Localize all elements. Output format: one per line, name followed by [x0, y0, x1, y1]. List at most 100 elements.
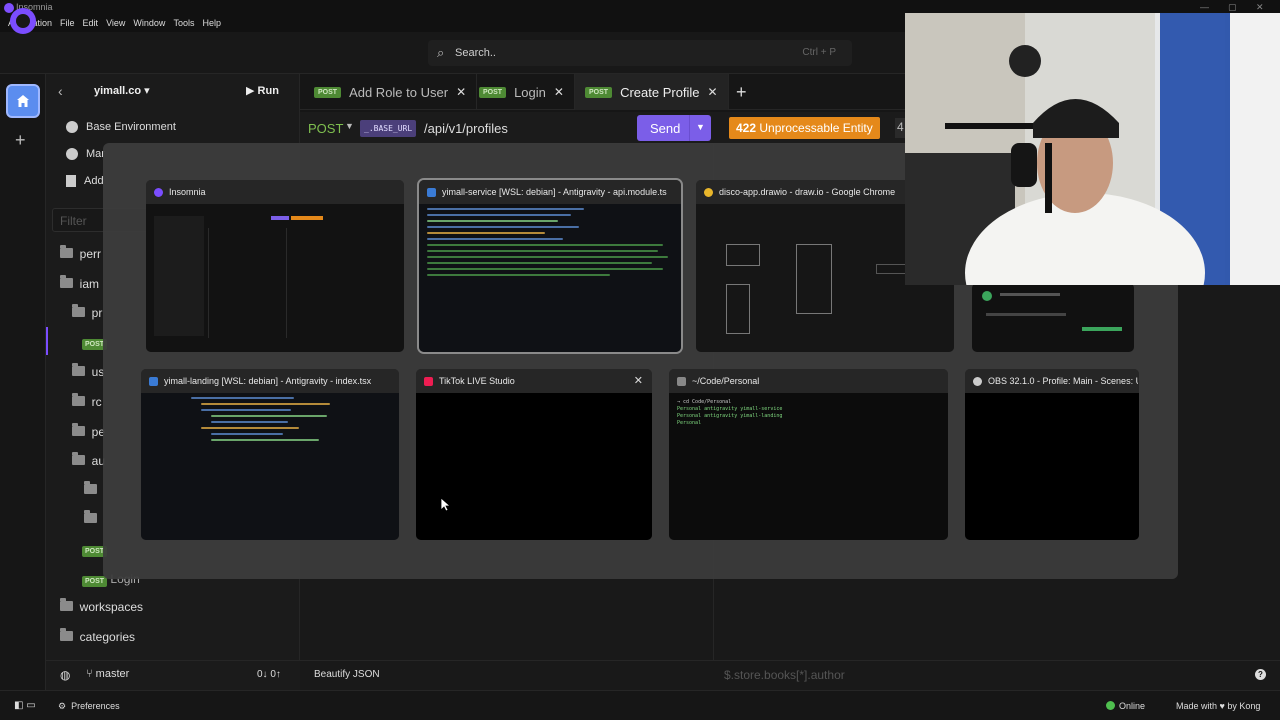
menu-tools[interactable]: Tools: [169, 16, 198, 32]
folder-icon: [72, 393, 85, 406]
status-bar: [0, 690, 1280, 720]
sidebar-item-base-environment[interactable]: Base Environment: [66, 121, 176, 133]
tree-folder[interactable]: [84, 481, 97, 497]
new-tab-icon[interactable]: +: [736, 82, 747, 103]
folder-icon: [60, 245, 73, 258]
terminal-line: → cd Code/Personal: [677, 399, 732, 405]
menu-view[interactable]: View: [102, 16, 129, 32]
tab-create-profile[interactable]: POST Create Profile ✕: [575, 74, 729, 110]
folder-icon: [84, 510, 97, 523]
tab-login[interactable]: POST Login ✕: [469, 74, 575, 110]
beautify-json-button[interactable]: Beautify JSON: [314, 669, 380, 680]
folder-icon: [72, 363, 85, 376]
folder-icon: [60, 628, 73, 641]
close-icon[interactable]: ✕: [456, 85, 466, 99]
left-rail: [0, 74, 46, 690]
tree-folder-workspaces[interactable]: workspaces: [60, 598, 143, 614]
menu-file[interactable]: File: [56, 16, 79, 32]
folder-icon: [72, 423, 85, 436]
minimize-icon[interactable]: —: [1200, 2, 1209, 12]
close-icon[interactable]: ✕: [634, 374, 643, 387]
switcher-window-discord[interactable]: [972, 283, 1134, 352]
tree-folder[interactable]: perr: [60, 245, 101, 261]
search-box[interactable]: ⌕ Search.. Ctrl + P: [428, 40, 852, 66]
chrome-app-icon: [704, 187, 713, 197]
back-chevron-icon[interactable]: ‹: [58, 83, 63, 99]
tree-folder[interactable]: us: [72, 363, 104, 379]
terminal-app-icon: [677, 376, 686, 386]
globe-icon: [66, 121, 78, 133]
menu-help[interactable]: Help: [198, 16, 225, 32]
folder-icon: [60, 598, 73, 611]
url-path-input[interactable]: /api/v1/profiles: [424, 121, 508, 136]
switcher-window-obs[interactable]: OBS 32.1.0 - Profile: Main - Scenes: Un.…: [965, 369, 1139, 540]
chevron-down-icon: ▾: [144, 85, 150, 97]
send-button[interactable]: Send ▼: [637, 115, 711, 141]
tree-folder-categories[interactable]: categories: [60, 628, 135, 644]
method-select[interactable]: POST: [308, 121, 343, 136]
switcher-window-antigravity-index[interactable]: yimall-landing [WSL: debian] - Antigravi…: [141, 369, 399, 540]
jsonpath-filter-input[interactable]: $.store.books[*].author: [724, 668, 845, 682]
switcher-window-antigravity-api[interactable]: yimall-service [WSL: debian] - Antigravi…: [417, 178, 683, 354]
tree-folder[interactable]: au: [72, 452, 105, 468]
switcher-window-tiktok[interactable]: TikTok LIVE Studio ✕: [416, 369, 652, 540]
menu-edit[interactable]: Edit: [79, 16, 103, 32]
gear-icon: ⚙: [58, 701, 67, 711]
git-counts: 0↓ 0↑: [257, 669, 281, 680]
terminal-line: Personal antigravity yimall-landing: [677, 413, 783, 419]
online-dot-icon: [1106, 701, 1115, 710]
heart-icon: ♥: [1219, 701, 1225, 711]
maximize-icon[interactable]: ▢: [1228, 2, 1237, 13]
close-icon[interactable]: ✕: [554, 85, 564, 99]
cookie-icon: [66, 148, 78, 160]
chevron-down-icon[interactable]: ▼: [345, 121, 354, 131]
terminal-line: Personal antigravity yimall-service: [677, 406, 783, 412]
sidebar-item-manage[interactable]: Mar: [66, 148, 105, 160]
mouse-cursor-icon: [441, 498, 451, 512]
help-icon[interactable]: ?: [1255, 669, 1266, 680]
folder-icon: [84, 481, 97, 494]
switcher-window-insomnia[interactable]: Insomnia: [146, 180, 404, 352]
menu-window[interactable]: Window: [129, 16, 169, 32]
obs-app-icon: [973, 376, 982, 386]
tree-folder[interactable]: pr: [72, 304, 102, 320]
document-icon: [66, 175, 76, 187]
folder-open-icon: [60, 275, 73, 288]
home-icon: [17, 95, 29, 107]
antigravity-app-icon: [427, 187, 436, 197]
tree-folder[interactable]: iam: [60, 275, 99, 291]
tree-folder[interactable]: [84, 510, 97, 526]
preferences-button[interactable]: ⚙ Preferences: [58, 701, 120, 712]
online-status: Online: [1106, 701, 1145, 711]
folder-open-icon: [72, 304, 85, 317]
insomnia-logo[interactable]: [10, 8, 36, 34]
base-url-tag[interactable]: _.BASE_URL: [360, 120, 417, 137]
tiktok-app-icon: [424, 376, 433, 386]
home-button[interactable]: [6, 84, 40, 118]
made-with-kong[interactable]: Made with ♥ by Kong: [1176, 701, 1260, 711]
search-placeholder: Search..: [455, 47, 496, 59]
play-icon: ▶: [246, 85, 255, 97]
tab-add-role-to-user[interactable]: POST Add Role to User ✕: [304, 74, 478, 110]
tree-folder[interactable]: pe: [72, 423, 105, 439]
globe-icon[interactable]: ◍: [60, 668, 70, 682]
git-branch-button[interactable]: ⑂ master: [86, 668, 129, 680]
terminal-line: Personal: [677, 420, 702, 426]
webcam-overlay: [905, 13, 1280, 285]
search-icon: ⌕: [437, 45, 445, 60]
toggle-sidebar-icon[interactable]: ◧ ▭: [14, 700, 36, 711]
add-workspace-icon[interactable]: +: [15, 130, 26, 151]
antigravity-app-icon: [149, 376, 158, 386]
insomnia-app-icon: [154, 187, 163, 197]
status-badge: 422 Unprocessable Entity: [729, 117, 880, 139]
folder-open-icon: [72, 452, 85, 465]
workspace-name[interactable]: yimall.co ▾: [94, 84, 150, 97]
close-icon[interactable]: ✕: [708, 85, 718, 99]
tree-folder[interactable]: rc: [72, 393, 102, 409]
active-indicator: [46, 327, 48, 355]
chevron-down-icon[interactable]: ▼: [696, 122, 705, 132]
switcher-window-terminal[interactable]: ~/Code/Personal → cd Code/Personal Perso…: [669, 369, 948, 540]
close-icon[interactable]: ✕: [1256, 2, 1264, 13]
sidebar-item-add[interactable]: Add: [66, 175, 104, 187]
run-button[interactable]: ▶ Run: [246, 84, 279, 97]
